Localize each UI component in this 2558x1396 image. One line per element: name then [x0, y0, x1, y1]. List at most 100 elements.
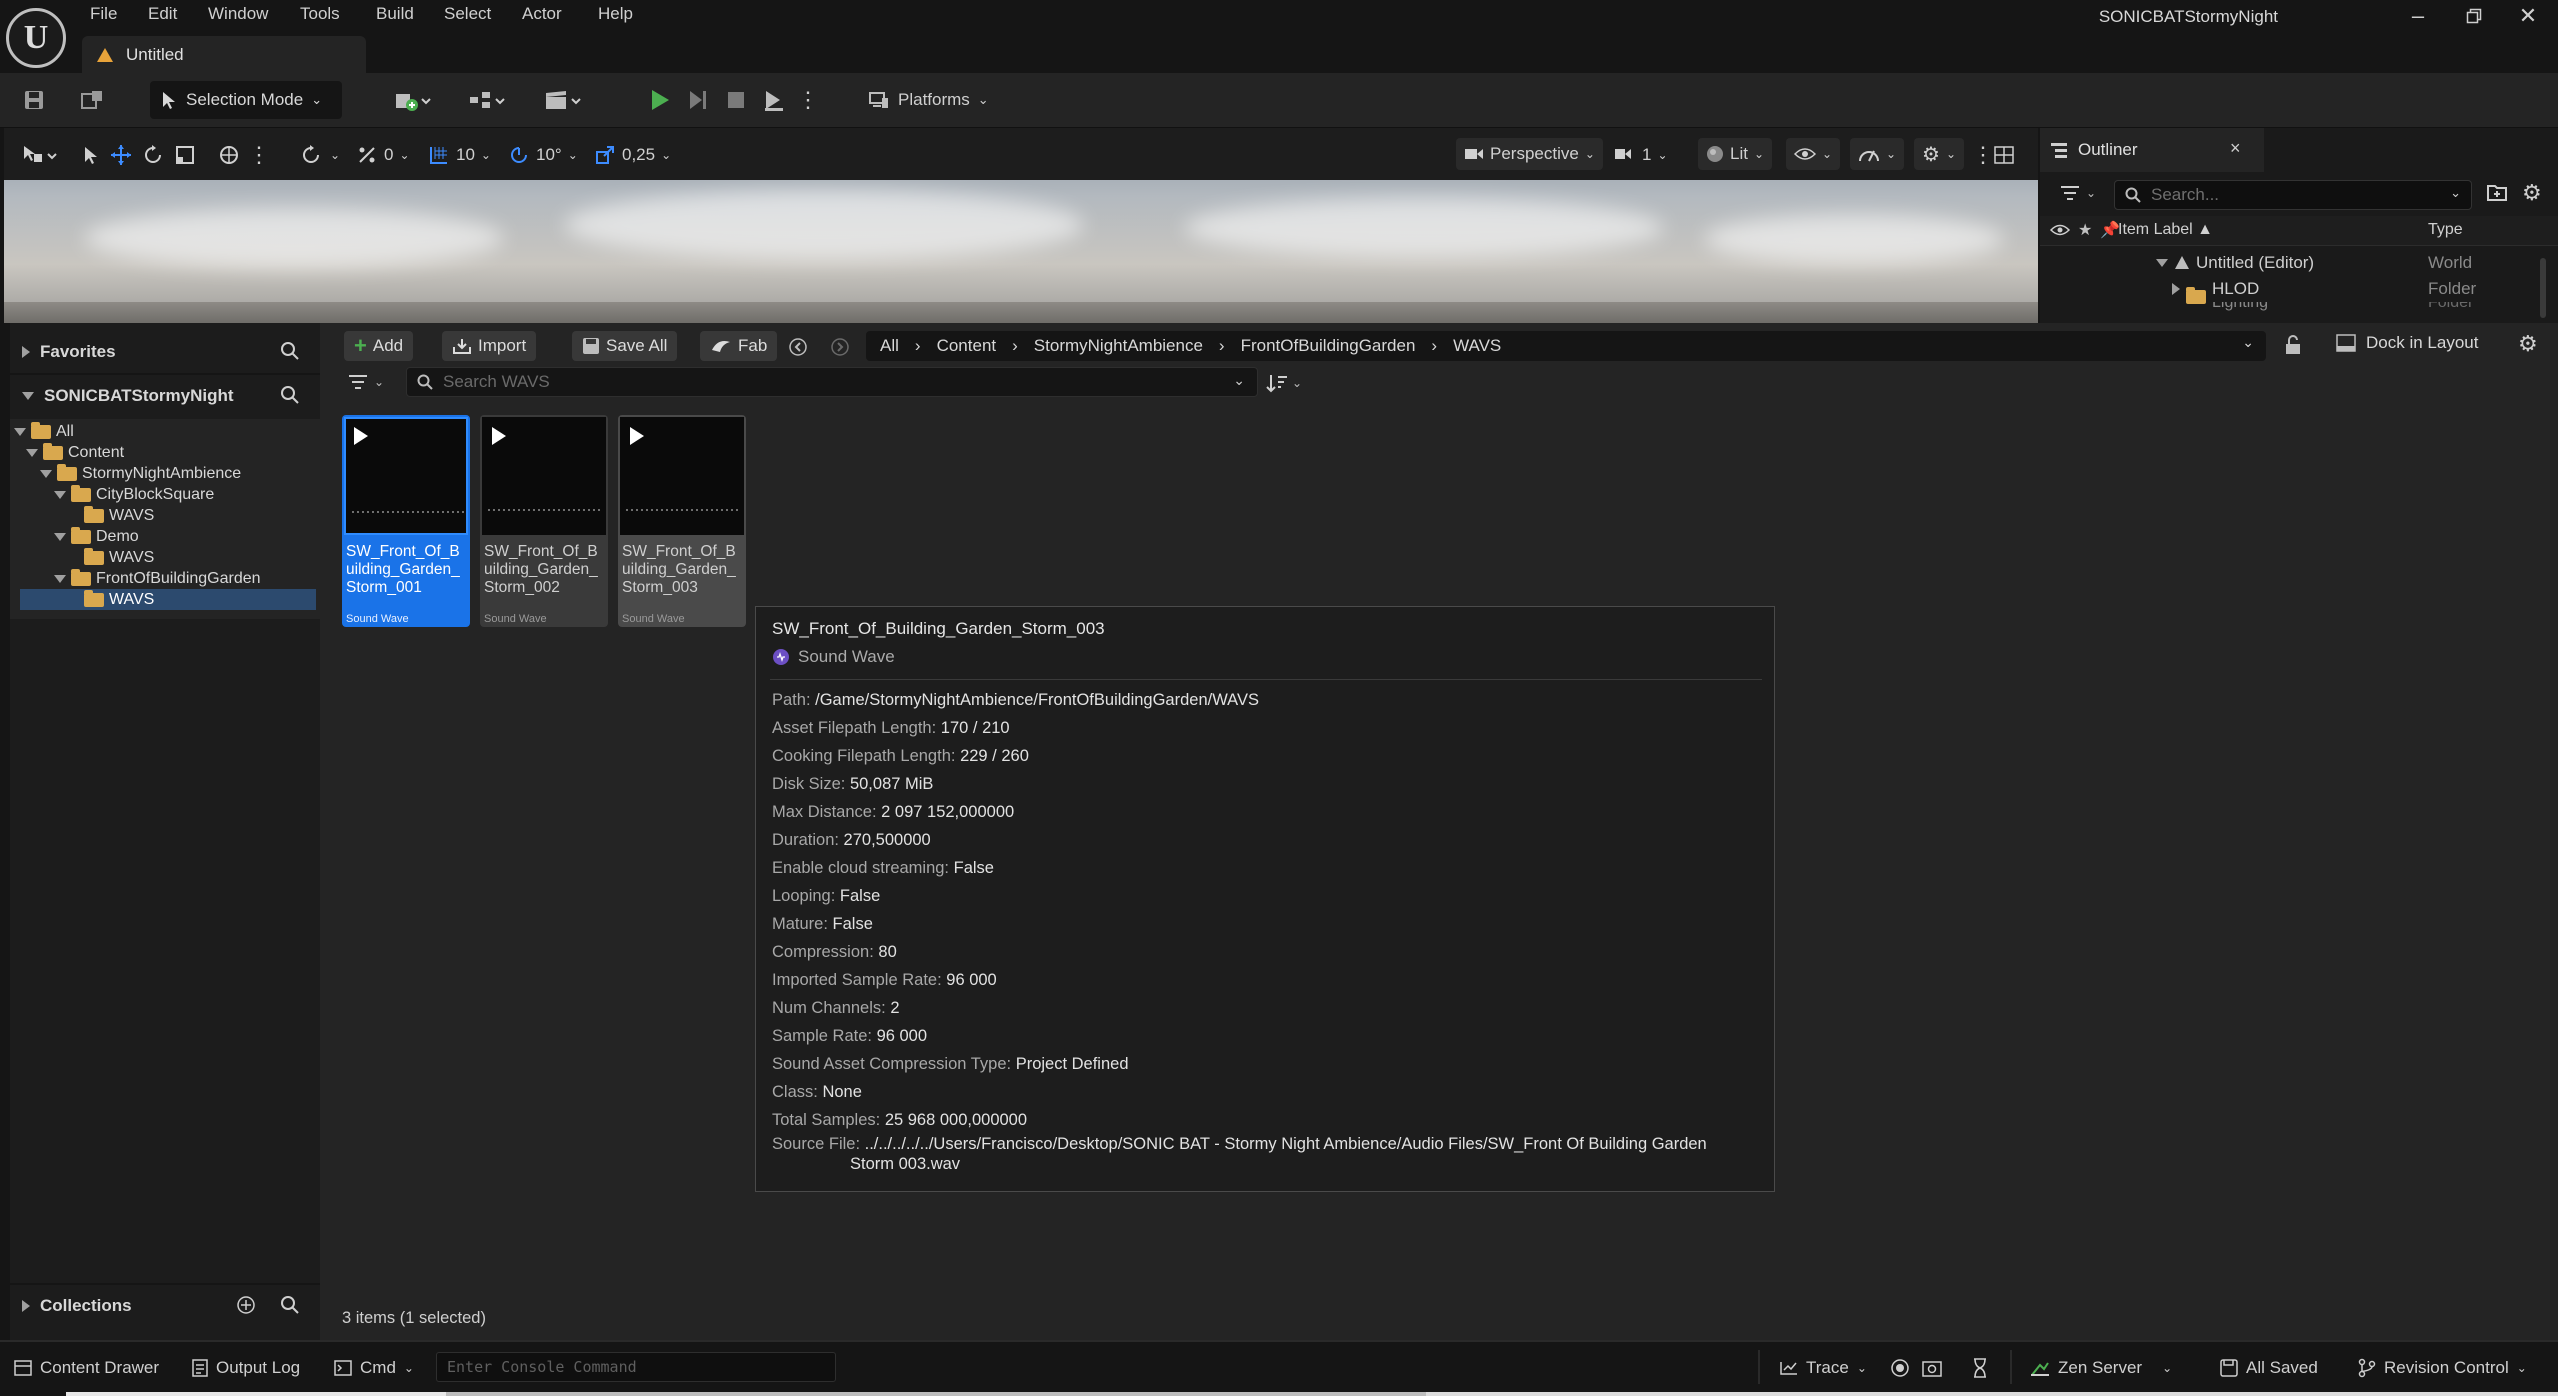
- add-actor-icon[interactable]: [386, 81, 442, 119]
- stop-icon[interactable]: [718, 81, 754, 119]
- outliner-filter-dropdown[interactable]: ⌄: [2060, 184, 2096, 202]
- platforms-dropdown[interactable]: Platforms ⌄: [862, 81, 1002, 119]
- pin-column-icon[interactable]: 📌: [2100, 220, 2120, 240]
- tree-item-wavs-selected[interactable]: WAVS: [84, 589, 384, 610]
- fab-button[interactable]: Fab: [700, 331, 778, 361]
- menu-window[interactable]: Window: [208, 4, 268, 28]
- visibility-column-eye-icon[interactable]: [2050, 223, 2070, 237]
- outliner-scrollbar[interactable]: [2540, 258, 2546, 318]
- menu-edit[interactable]: Edit: [148, 4, 177, 28]
- import-button[interactable]: Import: [442, 331, 537, 361]
- cinematics-icon[interactable]: [536, 81, 592, 119]
- view-mode-dropdown[interactable]: Lit ⌄: [1698, 138, 1773, 170]
- zen-server-dropdown[interactable]: Zen Server ⌄: [2030, 1354, 2172, 1382]
- tree-item-all[interactable]: All: [14, 421, 314, 442]
- more-options-icon[interactable]: ⋮: [796, 81, 820, 119]
- tree-item-demo[interactable]: Demo: [54, 526, 354, 547]
- outliner-row-world[interactable]: Untitled (Editor) World: [2040, 250, 2558, 276]
- minimize-button[interactable]: –: [2398, 2, 2438, 30]
- tree-item-content[interactable]: Content: [26, 442, 326, 463]
- translate-icon[interactable]: [110, 142, 132, 168]
- history-forward-icon[interactable]: [830, 337, 850, 357]
- menu-tools[interactable]: Tools: [300, 4, 340, 28]
- asset-tile-storm-001[interactable]: SW_Front_Of_Building_Garden_Storm_001 So…: [342, 415, 470, 627]
- chevron-right-icon[interactable]: ›: [1012, 336, 1018, 356]
- chevron-right-icon[interactable]: ›: [1219, 336, 1225, 356]
- restore-button[interactable]: [2454, 2, 2494, 30]
- world-space-icon[interactable]: [218, 142, 240, 168]
- add-folder-icon[interactable]: [2486, 182, 2508, 202]
- close-button[interactable]: ✕: [2508, 2, 2548, 30]
- outliner-row-lighting[interactable]: Lighting Folder: [2040, 302, 2558, 316]
- search-icon[interactable]: [280, 1295, 300, 1315]
- chevron-down-icon[interactable]: ⌄: [2242, 334, 2254, 351]
- tree-item-cityblocksquare[interactable]: CityBlockSquare: [54, 484, 354, 505]
- tree-item-stormynightambience[interactable]: StormyNightAmbience: [40, 463, 340, 484]
- asset-tile-storm-002[interactable]: SW_Front_Of_Building_Garden_Storm_002 So…: [480, 415, 608, 627]
- project-root-section[interactable]: SONICBATStormyNight: [22, 385, 312, 407]
- menu-file[interactable]: File: [90, 4, 117, 28]
- close-tab-icon[interactable]: ×: [2230, 138, 2241, 159]
- lock-icon[interactable]: [2284, 335, 2302, 355]
- screenshot-icon[interactable]: [1922, 1354, 1942, 1382]
- viewport-layout-icon[interactable]: [1994, 142, 2014, 168]
- tree-item-wavs[interactable]: WAVS: [84, 547, 384, 568]
- revision-control-dropdown[interactable]: Revision Control ⌄: [2358, 1354, 2527, 1382]
- record-icon[interactable]: [1890, 1354, 1910, 1382]
- select-mode-icon[interactable]: [82, 142, 100, 168]
- search-icon[interactable]: [280, 385, 300, 405]
- sort-dropdown[interactable]: ⌄: [1266, 373, 1302, 393]
- tree-item-wavs[interactable]: WAVS: [84, 505, 384, 526]
- settings-gear-icon[interactable]: ⚙: [2518, 331, 2538, 357]
- favorite-column-star-icon[interactable]: ★: [2078, 220, 2092, 240]
- camera-speed-dropdown[interactable]: 1 ⌄: [1614, 142, 1668, 168]
- tab-untitled-level[interactable]: Untitled: [82, 36, 366, 73]
- collections-section[interactable]: Collections: [22, 1295, 312, 1317]
- favorites-section[interactable]: Favorites: [22, 341, 312, 363]
- asset-search-input[interactable]: Search WAVS ⌄: [406, 367, 1258, 397]
- show-flags-dropdown[interactable]: ⌄: [1786, 138, 1841, 170]
- rotate-icon[interactable]: [142, 142, 164, 168]
- chevron-right-icon[interactable]: ›: [915, 336, 921, 356]
- performance-dropdown[interactable]: ⌄: [1850, 138, 1905, 170]
- derived-data-hourglass-icon[interactable]: [1972, 1354, 1988, 1382]
- menu-select[interactable]: Select: [444, 4, 491, 28]
- unreal-logo-icon[interactable]: U: [6, 8, 66, 68]
- tree-item-frontofbuildinggarden[interactable]: FrontOfBuildingGarden: [54, 568, 354, 589]
- history-back-icon[interactable]: [788, 337, 808, 357]
- scale-snap-toggle[interactable]: 0,25 ⌄: [594, 142, 671, 168]
- output-log-button[interactable]: Output Log: [192, 1354, 300, 1382]
- surface-snap-toggle[interactable]: ⌄: [300, 142, 340, 168]
- item-label-column-header[interactable]: Item Label ▲: [2118, 221, 2213, 239]
- selection-mode-dropdown[interactable]: Selection Mode ⌄: [150, 81, 342, 119]
- breadcrumb-all[interactable]: All: [880, 336, 899, 356]
- save-all-button[interactable]: Save All: [572, 331, 678, 361]
- tab-outliner[interactable]: Outliner ×: [2040, 128, 2264, 172]
- outliner-search-input[interactable]: Search... ⌄: [2114, 180, 2472, 210]
- viewport-settings-dropdown[interactable]: ⚙ ⌄: [1914, 138, 1964, 170]
- rotation-snap-toggle[interactable]: 0 ⌄: [356, 142, 410, 168]
- chevron-right-icon[interactable]: ›: [1431, 336, 1437, 356]
- menu-build[interactable]: Build: [376, 4, 414, 28]
- advance-frame-icon[interactable]: [680, 81, 716, 119]
- menu-actor[interactable]: Actor: [522, 4, 562, 28]
- more-options-icon[interactable]: ⋮: [248, 142, 270, 168]
- play-icon[interactable]: [354, 427, 368, 445]
- cmd-dropdown[interactable]: Cmd ⌄: [334, 1354, 414, 1382]
- save-icon[interactable]: [18, 81, 50, 119]
- scale-icon[interactable]: [174, 142, 196, 168]
- more-options-icon[interactable]: ⋮: [1972, 142, 1994, 168]
- outliner-settings-gear-icon[interactable]: ⚙: [2522, 180, 2542, 206]
- angle-snap-toggle[interactable]: 10° ⌄: [508, 142, 578, 168]
- search-icon[interactable]: [280, 341, 300, 361]
- play-icon[interactable]: [492, 427, 506, 445]
- content-drawer-button[interactable]: Content Drawer: [14, 1354, 159, 1382]
- level-viewport[interactable]: ⋮ ⌄ 0⌄ 10⌄ 10°⌄ 0,25⌄ Perspective ⌄: [4, 128, 2038, 323]
- console-command-input[interactable]: Enter Console Command: [436, 1352, 836, 1382]
- outliner-row-hlod[interactable]: HLOD Folder: [2040, 276, 2558, 304]
- breadcrumb-wavs[interactable]: WAVS: [1453, 336, 1501, 356]
- breadcrumb-stormynightambience[interactable]: StormyNightAmbience: [1034, 336, 1203, 356]
- play-icon[interactable]: [630, 427, 644, 445]
- filter-dropdown[interactable]: ⌄: [348, 373, 384, 391]
- blueprint-icon[interactable]: [460, 81, 516, 119]
